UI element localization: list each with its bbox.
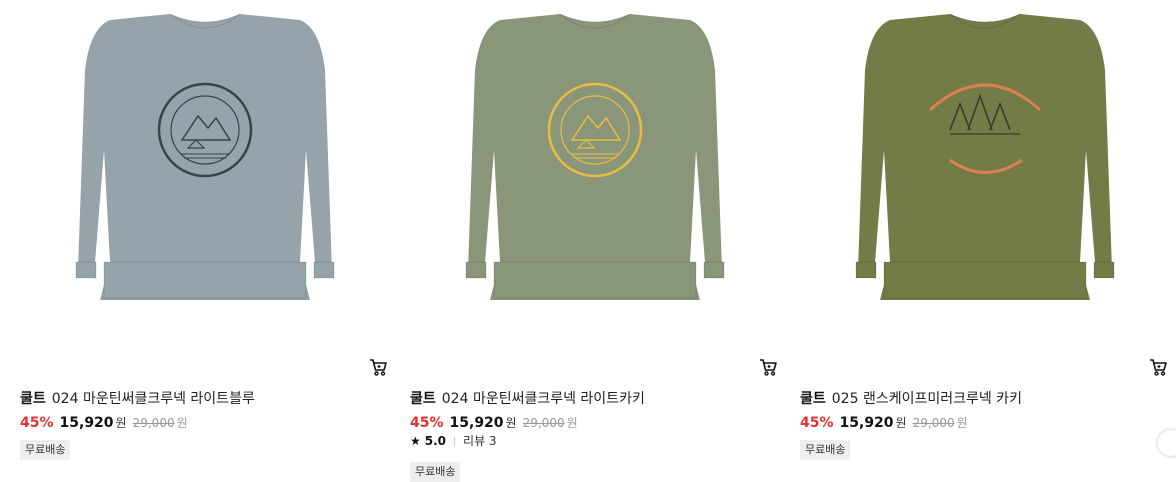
product-card[interactable]: 쿨트 024 마운틴써클크루넥 라이트블루 45% 15,920 원 29,000 원 무… bbox=[20, 0, 390, 472]
currency-label: 원 bbox=[505, 416, 517, 430]
original-currency-label: 원 bbox=[176, 416, 188, 430]
price-row: 45% 15,920 원 29,000 원 bbox=[800, 413, 968, 433]
cart-icon[interactable] bbox=[1148, 357, 1168, 377]
original-price: 29,000 bbox=[522, 416, 565, 430]
original-price: 29,000 bbox=[912, 416, 955, 430]
sale-price: 15,920 bbox=[59, 415, 114, 431]
sweatshirt-image bbox=[75, 13, 335, 300]
product-image[interactable] bbox=[800, 0, 1170, 340]
sale-price: 15,920 bbox=[449, 415, 504, 431]
currency-label: 원 bbox=[895, 416, 907, 430]
product-grid: 쿨트 024 마운틴써클크루넥 라이트블루 45% 15,920 원 29,000 원 무… bbox=[0, 0, 1176, 482]
product-brand: 쿨트 bbox=[20, 391, 46, 407]
product-card[interactable]: 쿨트 025 랜스케이프미러크루넥 카키 45% 15,920 원 29,000 원 무료… bbox=[800, 0, 1176, 472]
cart-icon[interactable] bbox=[368, 357, 388, 377]
product-brand: 쿨트 bbox=[800, 391, 826, 407]
sale-price: 15,920 bbox=[839, 415, 894, 431]
product-title[interactable]: 쿨트 024 마운틴써클크루넥 라이트카키 bbox=[410, 389, 645, 409]
product-brand: 쿨트 bbox=[410, 391, 436, 407]
free-shipping-badge: 무료배송 bbox=[20, 440, 71, 460]
sweatshirt-image bbox=[465, 13, 725, 300]
discount-rate: 45% bbox=[20, 415, 54, 431]
price-row: 45% 15,920 원 29,000 원 bbox=[410, 413, 578, 433]
sweatshirt-image bbox=[855, 13, 1115, 300]
price-row: 45% 15,920 원 29,000 원 bbox=[20, 413, 188, 433]
review-count[interactable]: 리뷰 3 bbox=[463, 434, 497, 448]
currency-label: 원 bbox=[115, 416, 127, 430]
cart-icon[interactable] bbox=[758, 357, 778, 377]
original-price: 29,000 bbox=[132, 416, 175, 430]
rating-row: ★ 5.0 리뷰 3 bbox=[410, 432, 497, 450]
product-image[interactable] bbox=[20, 0, 390, 340]
next-arrow-icon[interactable] bbox=[1158, 430, 1176, 456]
product-name: 024 마운틴써클크루넥 라이트블루 bbox=[51, 391, 255, 407]
product-image[interactable] bbox=[410, 0, 780, 340]
product-name: 025 랜스케이프미러크루넥 카키 bbox=[831, 391, 1022, 407]
free-shipping-badge: 무료배송 bbox=[410, 462, 461, 482]
discount-rate: 45% bbox=[410, 415, 444, 431]
original-currency-label: 원 bbox=[566, 416, 578, 430]
product-title[interactable]: 쿨트 024 마운틴써클크루넥 라이트블루 bbox=[20, 389, 255, 409]
original-currency-label: 원 bbox=[956, 416, 968, 430]
discount-rate: 45% bbox=[800, 415, 834, 431]
rating-score: 5.0 bbox=[424, 434, 447, 448]
product-name: 024 마운틴써클크루넥 라이트카키 bbox=[441, 391, 645, 407]
free-shipping-badge: 무료배송 bbox=[800, 440, 851, 460]
product-title[interactable]: 쿨트 025 랜스케이프미러크루넥 카키 bbox=[800, 389, 1022, 409]
product-card[interactable]: 쿨트 024 마운틴써클크루넥 라이트카키 45% 15,920 원 29,000 원 ★… bbox=[410, 0, 780, 482]
star-icon: ★ bbox=[410, 434, 421, 448]
divider bbox=[454, 436, 456, 447]
